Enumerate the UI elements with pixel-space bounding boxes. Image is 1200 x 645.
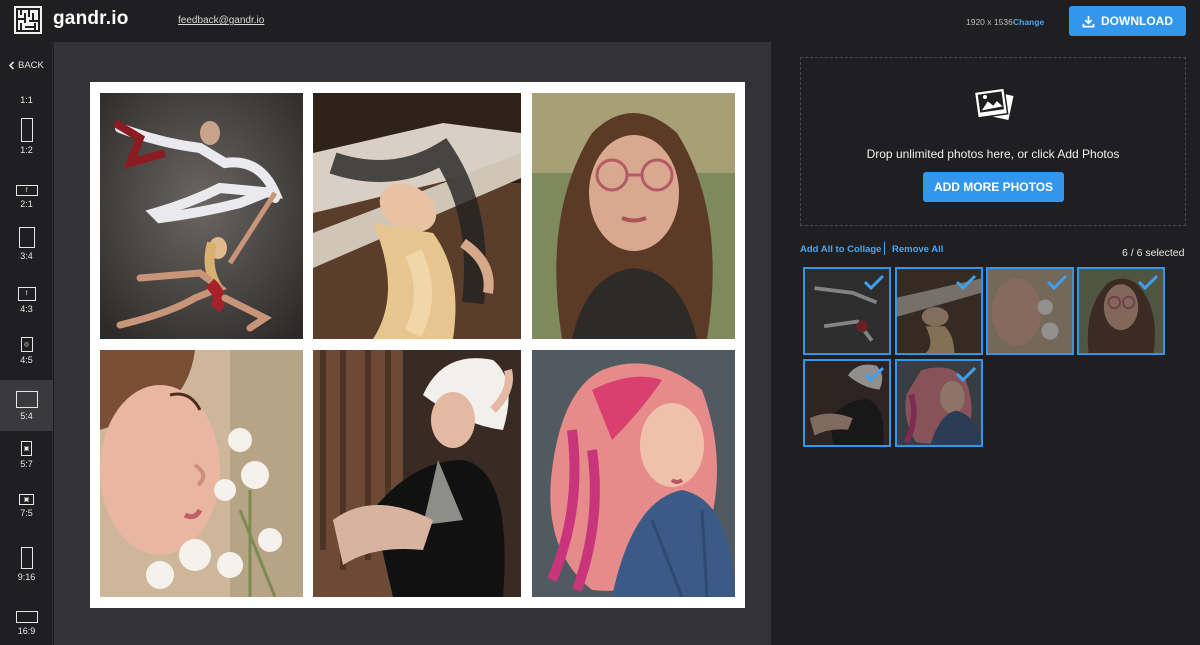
ratio-option-3-4[interactable]: 3:4 [0,227,53,261]
ratio-label: 9:16 [17,572,36,582]
collage-photo-woman-pink-hair[interactable] [532,350,735,597]
facebook-cover-icon: f [15,185,38,196]
portrait-ratio-icon [20,118,33,142]
ratio-option-1-2[interactable]: 1:2 [0,118,53,155]
collage-photo-reclining-woman[interactable] [313,93,521,339]
checkmark-icon [863,366,885,382]
thumbnail-woman-pink-hair[interactable] [895,359,983,447]
ratio-option-5-4[interactable]: 5:4 [0,380,53,431]
landscape-ratio-icon: ▣ [19,494,34,505]
top-bar: gandr.io feedback@gandr.io 1920 x 1536 C… [0,0,1200,42]
instagram-ratio-icon: ◎ [20,337,33,352]
collage-canvas-area [54,42,771,645]
widescreen-ratio-icon [15,611,38,623]
checkmark-icon [955,366,977,382]
ratio-option-5-7[interactable]: ▣ 5:7 [0,441,53,469]
checkmark-icon [863,274,885,290]
checkmark-icon [955,274,977,290]
back-button[interactable]: BACK [8,60,44,71]
ratio-label: 4:3 [20,304,33,314]
ratio-option-2-1[interactable]: f 2:1 [0,185,53,209]
selected-count: 6 / 6 selected [1122,247,1185,259]
thumbnail-reclining-woman[interactable] [895,267,983,355]
collage-photo-woman-glasses[interactable] [532,93,735,339]
ratio-label: 3:4 [20,251,33,261]
add-more-photos-button[interactable]: ADD MORE PHOTOS [923,172,1064,202]
download-label: DOWNLOAD [1101,14,1173,28]
ratio-option-16-9[interactable]: 16:9 [0,611,53,636]
brand-name[interactable]: gandr.io [53,8,129,30]
ratio-label: 16:9 [17,626,36,636]
ratio-option-4-3[interactable]: f 4:3 [0,287,53,314]
ratio-label: 2:1 [20,199,33,209]
chevron-left-icon [8,61,15,70]
link-separator [884,242,885,255]
ratio-label: 7:5 [20,508,33,518]
ratio-label: 5:4 [20,411,33,421]
download-button[interactable]: DOWNLOAD [1069,6,1186,36]
collage-photo-woman-flowers[interactable] [100,350,303,597]
portrait-ratio-icon [18,227,35,248]
story-ratio-icon [20,547,33,569]
remove-all-link[interactable]: Remove All [892,244,943,255]
collage-photo-dancers[interactable] [100,93,303,339]
checkmark-icon [1046,274,1068,290]
drop-instructions: Drop unlimited photos here, or click Add… [866,147,1120,161]
canvas-dimensions: 1920 x 1536 [966,17,1013,27]
checkmark-icon [1137,274,1159,290]
thumbnail-dancers[interactable] [803,267,891,355]
photo-dropzone[interactable]: Drop unlimited photos here, or click Add… [800,57,1186,226]
landscape-ratio-icon [15,391,38,408]
ratio-label: 1:1 [20,95,33,105]
ratio-option-1-1[interactable]: 1:1 [0,92,53,105]
gandr-logo-icon[interactable] [14,6,42,34]
thumbnail-woman-white-hat[interactable] [803,359,891,447]
add-all-to-collage-link[interactable]: Add All to Collage [800,244,881,255]
feedback-email-link[interactable]: feedback@gandr.io [178,15,264,26]
change-dimensions-link[interactable]: Change [1013,17,1044,27]
collage-preview [90,82,745,608]
photos-upload-icon [973,87,1016,122]
collage-photo-woman-white-hat[interactable] [313,350,521,597]
ratio-label: 1:2 [20,145,33,155]
ratio-option-9-16[interactable]: 9:16 [0,547,53,582]
ratio-label: 4:5 [20,355,33,365]
pinterest-ratio-icon: ▣ [21,441,32,456]
back-label: BACK [18,60,44,71]
ratio-label: 5:7 [20,459,33,469]
ratio-option-4-5[interactable]: ◎ 4:5 [0,337,53,365]
ratio-option-7-5[interactable]: ▣ 7:5 [0,494,53,518]
facebook-post-icon: f [17,287,36,301]
download-icon [1082,15,1095,27]
thumbnail-woman-glasses[interactable] [1077,267,1165,355]
thumbnail-woman-flowers[interactable] [986,267,1074,355]
